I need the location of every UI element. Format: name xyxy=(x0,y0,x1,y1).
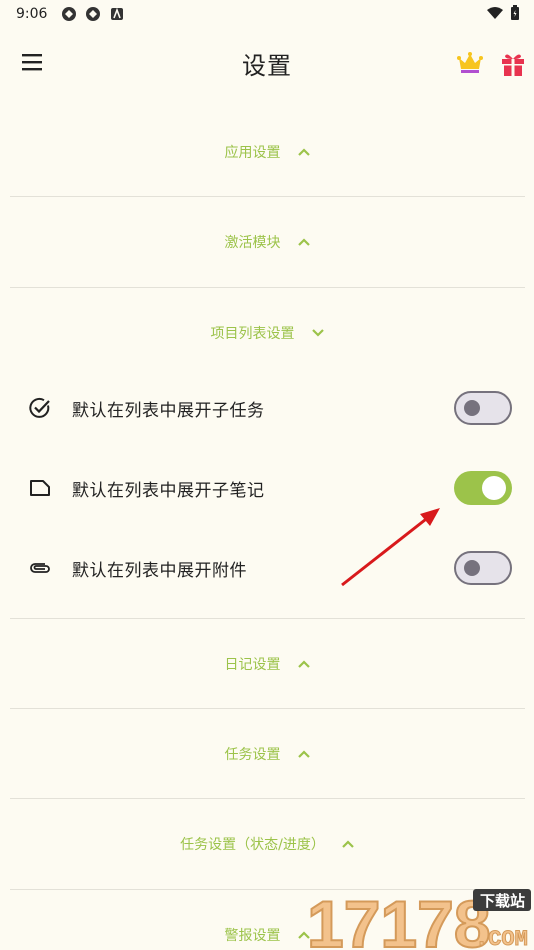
section-label: 日记设置 xyxy=(224,657,281,673)
setting-label: 默认在列表中展开子任务 xyxy=(72,400,265,421)
section-project-list-settings[interactable]: 项目列表设置 xyxy=(10,288,525,378)
note-icon xyxy=(30,480,50,496)
setting-expand-subnotes[interactable]: 默认在列表中展开子笔记 xyxy=(0,448,534,528)
app-bar: 设置 xyxy=(0,32,534,94)
wifi-icon xyxy=(487,7,503,19)
section-activate-modules[interactable]: 激活模块 xyxy=(10,197,525,287)
section-label: 任务设置（状态/进度） xyxy=(180,837,325,853)
setting-label: 默认在列表中展开子笔记 xyxy=(72,480,265,501)
watermark-badge: 下载站 xyxy=(480,892,525,910)
notification-icon xyxy=(62,7,77,21)
watermark-suffix: .COM xyxy=(475,927,528,950)
toggle-switch[interactable] xyxy=(454,471,512,505)
setting-expand-attachments[interactable]: 默认在列表中展开附件 xyxy=(0,528,534,608)
section-task-status-settings[interactable]: 任务设置（状态/进度） xyxy=(10,799,525,889)
menu-icon[interactable] xyxy=(20,50,44,74)
section-label: 项目列表设置 xyxy=(210,326,295,342)
paperclip-icon xyxy=(30,563,50,573)
section-label: 警报设置 xyxy=(224,928,281,944)
watermark-digits: 17178 xyxy=(307,887,491,950)
toggle-switch[interactable] xyxy=(454,391,512,425)
section-task-settings[interactable]: 任务设置 xyxy=(10,709,525,799)
toggle-knob xyxy=(464,400,480,416)
setting-expand-subtasks[interactable]: 默认在列表中展开子任务 xyxy=(0,368,534,448)
section-app-settings[interactable]: 应用设置 xyxy=(10,107,525,197)
chevron-up-icon xyxy=(342,840,354,848)
watermark-logo: 17178 下载站 .COM xyxy=(306,886,531,950)
chevron-up-icon xyxy=(297,148,310,156)
section-journal-settings[interactable]: 日记设置 xyxy=(10,619,525,709)
notification-icon xyxy=(111,7,124,20)
chevron-up-icon xyxy=(297,750,310,758)
section-label: 任务设置 xyxy=(224,747,281,763)
battery-icon xyxy=(511,5,519,20)
check-circle-icon xyxy=(29,397,50,418)
annotation-arrow xyxy=(341,508,440,587)
page-title: 设置 xyxy=(242,51,292,80)
section-label: 激活模块 xyxy=(224,235,281,251)
toggle-knob xyxy=(464,560,480,576)
setting-label: 默认在列表中展开附件 xyxy=(72,560,247,581)
chevron-down-icon xyxy=(311,329,324,337)
toggle-switch[interactable] xyxy=(454,551,512,585)
chevron-up-icon xyxy=(297,238,310,246)
status-bar: 9:06 xyxy=(0,0,534,28)
crown-icon[interactable] xyxy=(456,50,484,76)
gift-icon[interactable] xyxy=(499,50,527,78)
toggle-knob xyxy=(482,476,506,500)
chevron-up-icon xyxy=(297,660,310,668)
section-label: 应用设置 xyxy=(224,145,281,161)
notification-icon xyxy=(86,7,101,21)
status-time: 9:06 xyxy=(16,6,48,22)
